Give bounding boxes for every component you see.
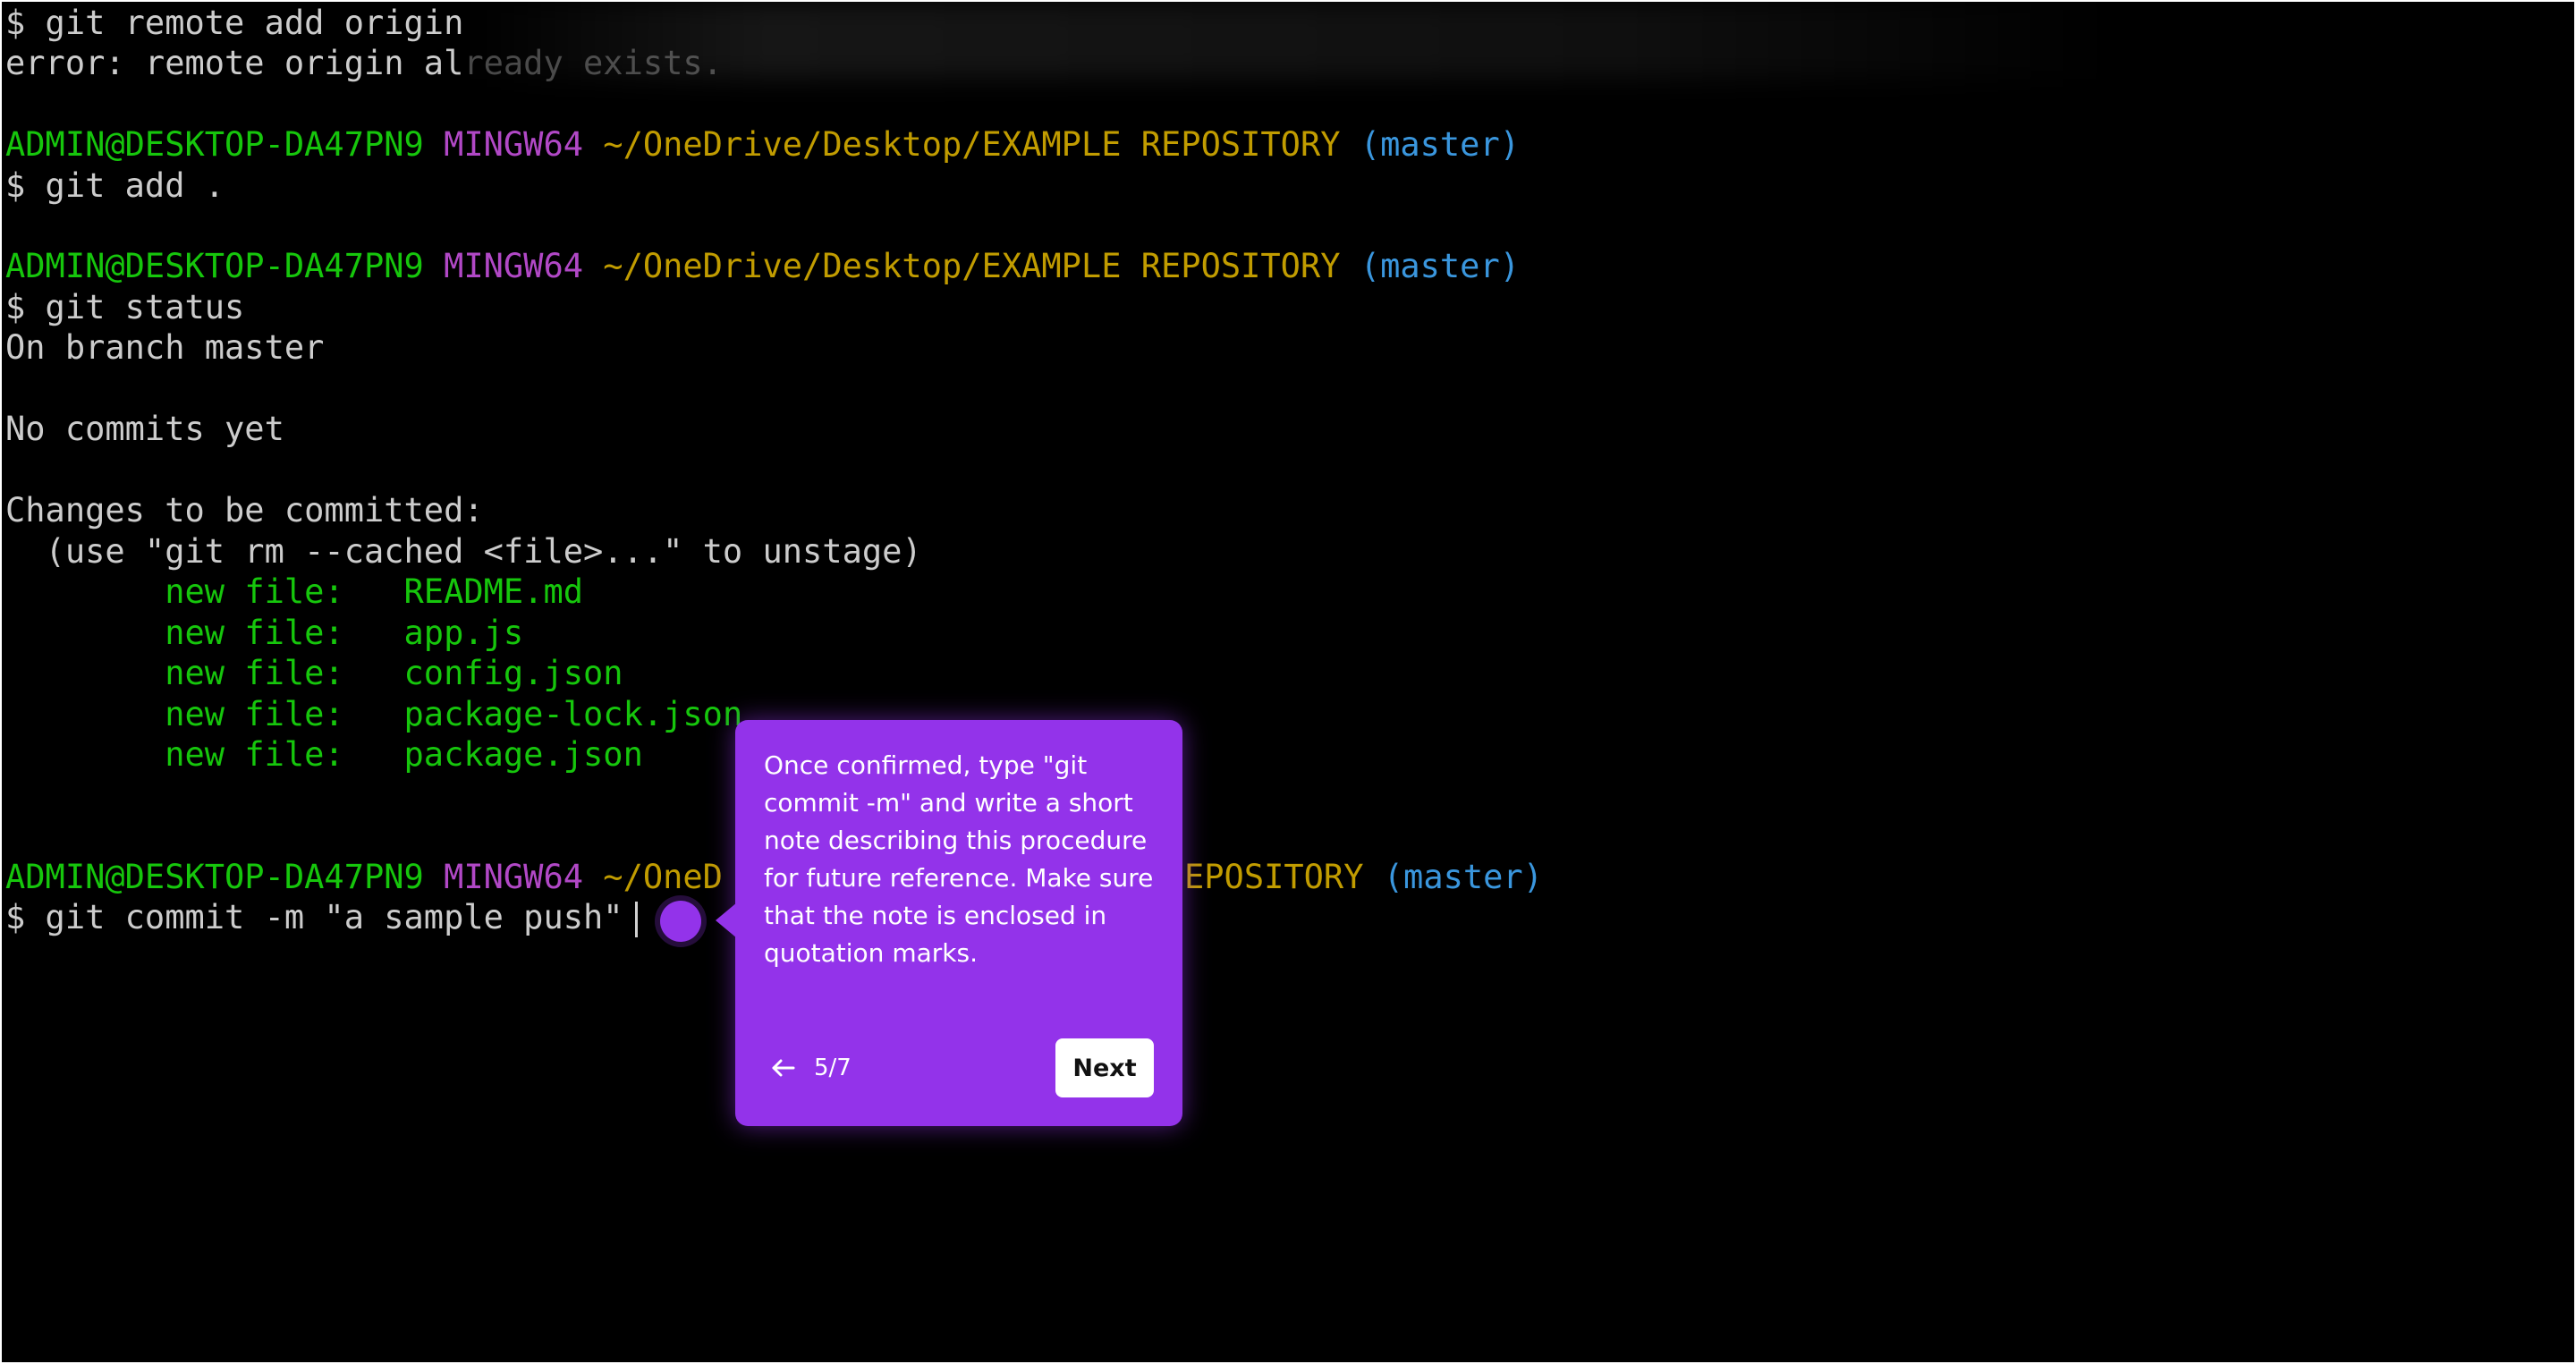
- prompt-shell: MINGW64: [444, 858, 584, 896]
- prompt-path: ~/OneDrive/Desktop/EXAMPLE REPOSITORY: [603, 247, 1341, 285]
- terminal-new-file-line: new file: config.json: [5, 653, 623, 694]
- screen-frame: $ git remote add origin error: remote or…: [0, 0, 2576, 1364]
- terminal-text: On branch master: [5, 328, 325, 367]
- terminal-line-add: $ git add .: [5, 165, 225, 207]
- new-file-label: new file:: [165, 695, 344, 733]
- terminal-text: $ git add .: [5, 166, 225, 205]
- terminal-line-changes: Changes to be committed:: [5, 490, 484, 531]
- prompt-path-start: ~/OneD: [603, 858, 723, 896]
- prompt-user-host: ADMIN@DESKTOP-DA47PN9: [5, 858, 424, 896]
- back-button[interactable]: [764, 1049, 801, 1087]
- terminal-text: error: remote origin al: [5, 44, 464, 82]
- new-file-label: new file:: [165, 614, 344, 652]
- new-file-name: package-lock.json: [403, 695, 743, 733]
- tour-footer: 5/7 Next: [764, 1038, 1154, 1097]
- terminal-text: Changes to be committed:: [5, 491, 484, 530]
- terminal-prompt: ADMIN@DESKTOP-DA47PN9 MINGW64 ~/OneDrive…: [5, 124, 1520, 165]
- prompt-branch: (master): [1360, 247, 1521, 285]
- arrow-left-icon: [772, 1059, 795, 1077]
- terminal-prompt: ADMIN@DESKTOP-DA47PN9 MINGW64 ~/OneDrive…: [5, 246, 1520, 287]
- terminal-text-faded: ready exists.: [463, 44, 723, 82]
- terminal-line-hint: (use "git rm --cached <file>..." to unst…: [5, 531, 922, 572]
- new-file-label: new file:: [165, 654, 344, 692]
- terminal-prompt-partial-right: EPOSITORY (master): [1184, 857, 1543, 898]
- prompt-branch: (master): [1360, 125, 1521, 164]
- terminal-window[interactable]: $ git remote add origin error: remote or…: [2, 2, 2574, 1362]
- popover-pointer: [716, 902, 737, 938]
- terminal-line-status: $ git status: [5, 287, 244, 328]
- terminal-new-file-line: new file: package-lock.json: [5, 694, 742, 735]
- tour-popover: Once confirmed, type "git commit -m" and…: [716, 720, 1182, 1126]
- prompt-path-end: EPOSITORY: [1184, 858, 1364, 896]
- terminal-line-commit[interactable]: $ git commit -m "a sample push": [5, 897, 623, 938]
- prompt-path: ~/OneDrive/Desktop/EXAMPLE REPOSITORY: [603, 125, 1341, 164]
- new-file-label: new file:: [165, 735, 344, 774]
- text-cursor: [635, 902, 638, 937]
- terminal-prompt-partial: ADMIN@DESKTOP-DA47PN9 MINGW64 ~/OneD: [5, 857, 723, 898]
- terminal-line-remote-add: $ git remote add origin: [5, 3, 463, 44]
- terminal-new-file-line: new file: package.json: [5, 734, 643, 775]
- next-button[interactable]: Next: [1055, 1038, 1154, 1097]
- tour-step-text: Once confirmed, type "git commit -m" and…: [764, 750, 1154, 968]
- new-file-name: README.md: [403, 572, 584, 611]
- terminal-input-text[interactable]: $ git commit -m "a sample push": [5, 898, 623, 936]
- tour-hotspot-dot[interactable]: [660, 901, 701, 942]
- prompt-user-host: ADMIN@DESKTOP-DA47PN9: [5, 247, 424, 285]
- new-file-name: package.json: [403, 735, 643, 774]
- prompt-shell: MINGW64: [444, 247, 584, 285]
- step-counter: 5/7: [814, 1055, 852, 1081]
- terminal-text: $ git remote add origin: [5, 4, 464, 42]
- terminal-new-file-line: new file: README.md: [5, 572, 583, 613]
- new-file-label: new file:: [165, 572, 344, 611]
- terminal-text: (use "git rm --cached <file>..." to unst…: [5, 532, 922, 571]
- prompt-branch: (master): [1383, 858, 1543, 896]
- terminal-text: $ git status: [5, 288, 245, 326]
- prompt-user-host: ADMIN@DESKTOP-DA47PN9: [5, 125, 424, 164]
- prompt-shell: MINGW64: [444, 125, 584, 164]
- terminal-line-branch: On branch master: [5, 327, 324, 369]
- new-file-name: config.json: [403, 654, 623, 692]
- terminal-line-no-commits: No commits yet: [5, 409, 284, 450]
- terminal-text: No commits yet: [5, 410, 284, 448]
- terminal-new-file-line: new file: app.js: [5, 613, 523, 654]
- terminal-line-error: error: remote origin already exists.: [5, 43, 723, 84]
- new-file-name: app.js: [403, 614, 524, 652]
